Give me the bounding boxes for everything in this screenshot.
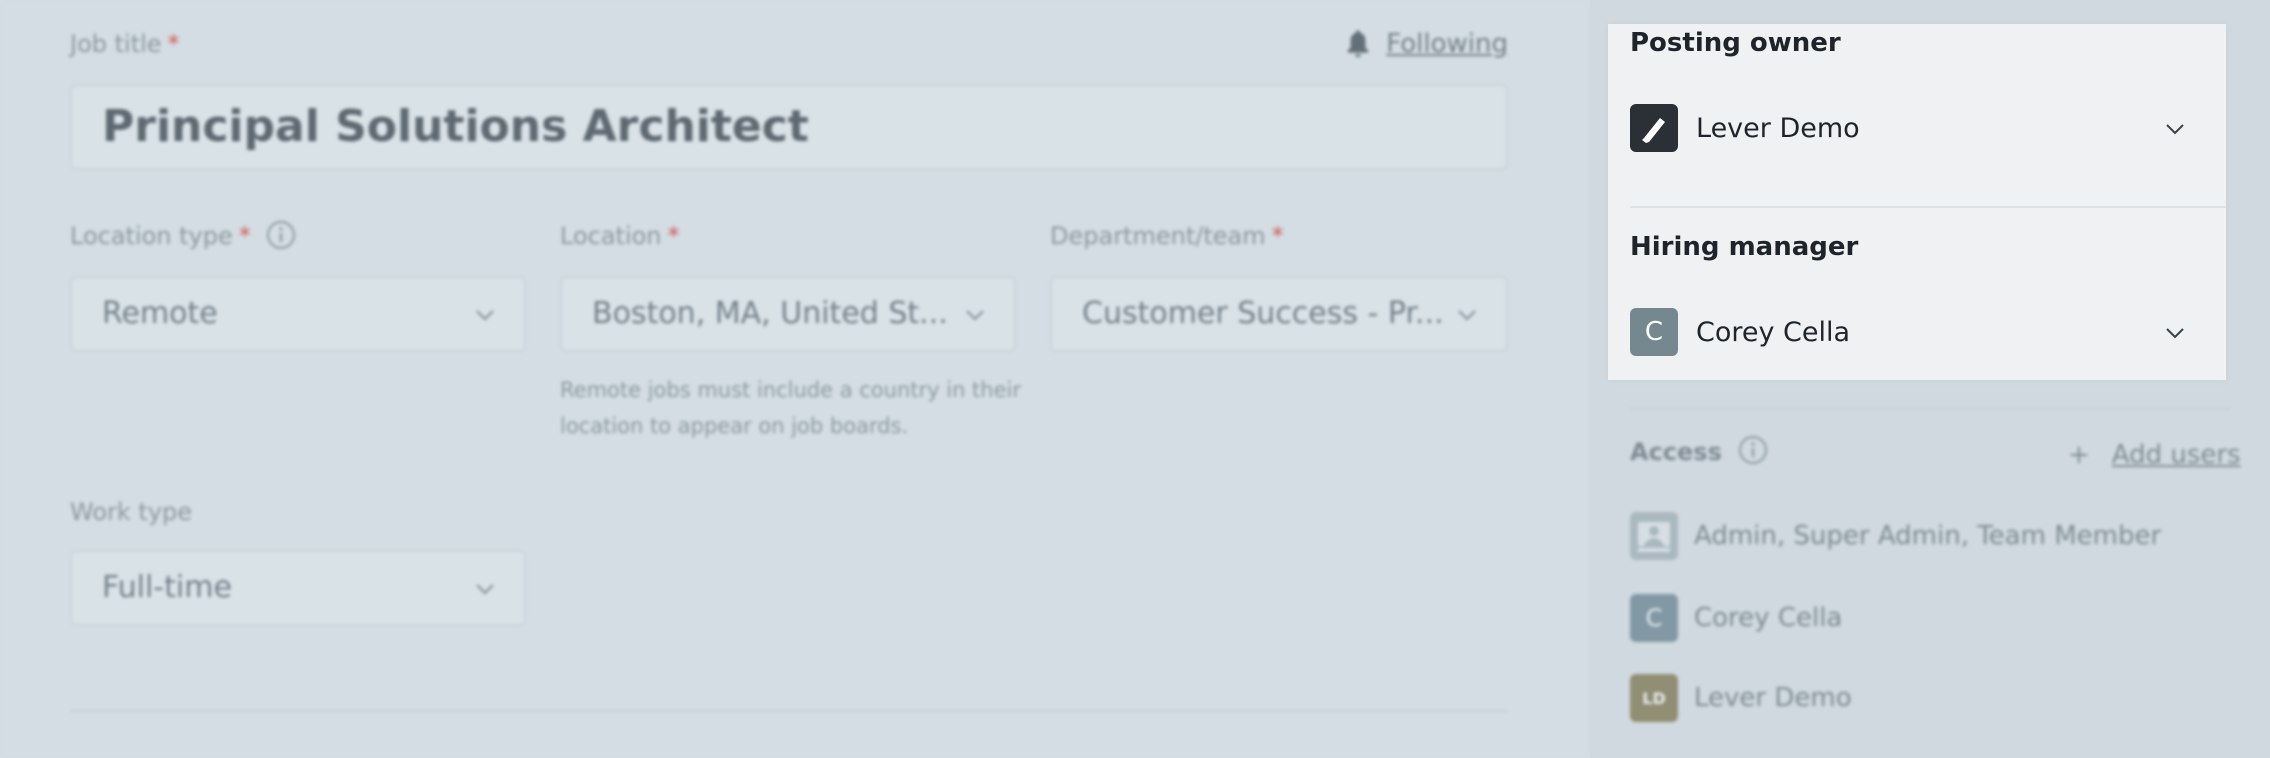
chevron-down-icon (966, 310, 984, 321)
location-select[interactable]: Boston, MA, United St... (560, 276, 1016, 352)
plus-icon: + (2068, 440, 2090, 470)
access-item: C Corey Cella (1630, 594, 1842, 642)
posting-owner-name: Lever Demo (1696, 112, 1860, 144)
card-divider (1630, 206, 2226, 208)
access-divider (1630, 408, 2230, 410)
job-title-label: Job title * (70, 30, 180, 58)
hiring-manager-title: Hiring manager (1630, 232, 1859, 262)
chevron-down-icon (476, 584, 494, 595)
access-item: LD Lever Demo (1630, 674, 1852, 722)
posting-owner-title: Posting owner (1630, 28, 1841, 58)
chevron-down-icon (2166, 328, 2184, 339)
location-type-value: Remote (102, 296, 218, 331)
chevron-down-icon (476, 310, 494, 321)
chevron-down-icon (1458, 310, 1476, 321)
chevron-down-icon (2166, 124, 2184, 135)
location-label: Location * (560, 222, 680, 250)
department-label: Department/team * (1050, 222, 1284, 250)
lever-logo-icon (1630, 104, 1678, 152)
add-users-link[interactable]: Add users (2112, 440, 2241, 470)
following-toggle[interactable]: Following (1344, 24, 1508, 64)
avatar: C (1630, 308, 1678, 356)
department-value: Customer Success - Pr... (1082, 296, 1444, 331)
location-type-label: Location type * (70, 220, 296, 250)
department-select[interactable]: Customer Success - Pr... (1050, 276, 1508, 352)
following-link[interactable]: Following (1386, 29, 1508, 59)
owner-manager-card: Posting owner Lever Demo Hiring manager … (1608, 24, 2226, 380)
access-item: Admin, Super Admin, Team Member (1630, 512, 2161, 560)
info-icon[interactable] (1738, 435, 1768, 465)
job-title-input[interactable]: Principal Solutions Architect (70, 84, 1508, 170)
location-value: Boston, MA, United St... (592, 296, 948, 331)
access-title: Access (1630, 435, 1768, 466)
access-item-name: Corey Cella (1694, 603, 1843, 633)
location-hint: Remote jobs must include a country in th… (560, 378, 1021, 438)
add-users-button[interactable]: + Add users (2068, 440, 2241, 470)
job-posting-form: Job title * Following Principal Solutions… (0, 0, 1590, 758)
access-item-name: Lever Demo (1694, 683, 1852, 713)
location-type-select[interactable]: Remote (70, 276, 526, 352)
section-divider (70, 710, 1508, 712)
role-group-icon (1630, 512, 1678, 560)
avatar: LD (1630, 674, 1678, 722)
info-icon[interactable] (266, 220, 296, 250)
posting-owner-select[interactable]: Lever Demo (1630, 98, 2206, 158)
work-type-value: Full-time (102, 570, 232, 605)
work-type-label: Work type (70, 498, 193, 526)
hiring-manager-name: Corey Cella (1696, 316, 1851, 348)
bell-icon (1347, 30, 1369, 58)
work-type-select[interactable]: Full-time (70, 550, 526, 626)
avatar: C (1630, 594, 1678, 642)
hiring-manager-select[interactable]: C Corey Cella (1630, 302, 2206, 362)
access-item-name: Admin, Super Admin, Team Member (1694, 521, 2162, 551)
